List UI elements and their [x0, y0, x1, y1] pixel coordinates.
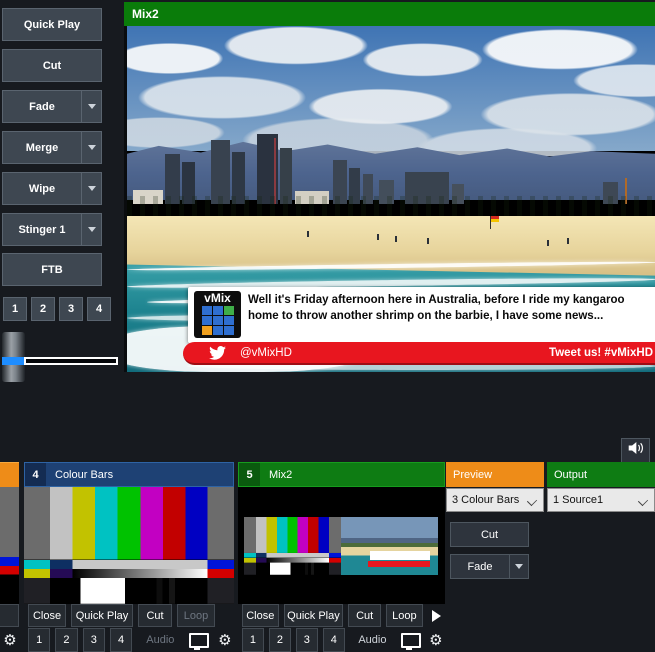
- fade-button[interactable]: Fade: [2, 90, 102, 123]
- input-4-audio-button[interactable]: Audio: [137, 628, 183, 652]
- vmix-logo-grid: [202, 306, 234, 335]
- mixer-fade-button[interactable]: Fade: [450, 554, 529, 579]
- beachgoer: [547, 240, 549, 246]
- wipe-button[interactable]: Wipe: [2, 172, 102, 205]
- input-4-number: 4: [25, 463, 46, 486]
- input-4-overlay-4-button[interactable]: 4: [110, 628, 132, 652]
- input-5-quick-play-button[interactable]: Quick Play: [284, 604, 344, 627]
- input-4-quick-play-button[interactable]: Quick Play: [71, 604, 133, 627]
- input-4-thumbnail[interactable]: [24, 487, 234, 604]
- chevron-down-icon[interactable]: [81, 91, 101, 122]
- input-4-cut-button[interactable]: Cut: [138, 604, 172, 627]
- tbar-position-indicator: [2, 357, 25, 365]
- output-source-select[interactable]: 1 Source1: [547, 488, 655, 512]
- stinger-label: Stinger 1: [3, 224, 81, 236]
- input-5-loop-button[interactable]: Loop: [386, 604, 423, 627]
- input-4-overlay-3-button[interactable]: 3: [83, 628, 105, 652]
- input-5-audio-button[interactable]: Audio: [350, 628, 395, 652]
- vmix-window: Quick Play Cut Fade Merge Wipe Stinger 1…: [0, 0, 655, 652]
- merge-button[interactable]: Merge: [2, 131, 102, 164]
- input-4-close-button[interactable]: Close: [28, 604, 66, 627]
- input-4-loop-button[interactable]: Loop: [177, 604, 215, 627]
- monitor-icon[interactable]: [400, 628, 422, 652]
- beachgoer: [377, 234, 379, 240]
- preview-source-value: 3 Colour Bars: [452, 494, 519, 506]
- speaker-icon: [627, 441, 644, 460]
- ftb-button[interactable]: FTB: [2, 253, 102, 286]
- chevron-down-icon: [527, 496, 537, 506]
- mix2-preview-half: [244, 517, 341, 575]
- input-4-overlay-1-button[interactable]: 1: [28, 628, 50, 652]
- wipe-label: Wipe: [3, 183, 81, 195]
- input-3-thumbnail[interactable]: [0, 487, 19, 604]
- mini-tweet-card: [370, 551, 430, 560]
- transition-tbar-handle[interactable]: [2, 332, 25, 382]
- chevron-down-icon[interactable]: [81, 132, 101, 163]
- master-audio-button[interactable]: [621, 438, 650, 463]
- program-preview-video: vMix Well it's Friday afternoon here in …: [124, 26, 655, 372]
- input-5-overlay-1-button[interactable]: 1: [242, 628, 264, 652]
- mix2-title-bar: Mix2: [124, 2, 655, 26]
- input-5-overlay-2-button[interactable]: 2: [269, 628, 291, 652]
- overlay-4-button[interactable]: 4: [87, 297, 111, 321]
- city-skyline: [127, 122, 655, 204]
- preview-source-select[interactable]: 3 Colour Bars: [446, 488, 544, 512]
- input-5-cut-button[interactable]: Cut: [348, 604, 381, 627]
- quick-play-button[interactable]: Quick Play: [2, 8, 102, 41]
- output-source-value: 1 Source1: [553, 494, 603, 506]
- tweet-handle: @vMixHD: [240, 347, 292, 359]
- input-3-button-partial[interactable]: [0, 604, 19, 627]
- input-5-overlay-3-button[interactable]: 3: [296, 628, 318, 652]
- beach-flag: [491, 216, 499, 222]
- tweet-overlay-card: vMix Well it's Friday afternoon here in …: [188, 287, 655, 343]
- mix2-title: Mix2: [132, 7, 159, 21]
- vmix-logo: vMix: [194, 291, 241, 338]
- input-5-overlay-4-button[interactable]: 4: [323, 628, 345, 652]
- beachgoer: [427, 238, 429, 244]
- chevron-down-icon: [638, 496, 648, 506]
- monitor-icon[interactable]: [188, 628, 210, 652]
- preview-header: Preview: [446, 462, 544, 487]
- mixer-fade-label: Fade: [451, 561, 509, 573]
- input-5-title: Mix2: [260, 469, 292, 481]
- mix2-output-half: [341, 517, 438, 575]
- vmix-logo-text: vMix: [204, 292, 231, 305]
- input-5-number: 5: [239, 463, 260, 486]
- tweet-cta: Tweet us! #vMixHD: [549, 347, 653, 359]
- input-4-title: Colour Bars: [46, 469, 113, 481]
- cut-button[interactable]: Cut: [2, 49, 102, 82]
- twitter-bird-icon: [209, 346, 226, 360]
- gear-icon[interactable]: ⚙: [427, 628, 445, 652]
- mini-tweet-bar: [368, 561, 430, 567]
- beachgoer: [307, 231, 309, 237]
- beachgoer: [395, 236, 397, 242]
- tweet-overlay-footer: @vMixHD Tweet us! #vMixHD: [183, 342, 655, 365]
- beachgoer: [567, 238, 569, 244]
- dune-vegetation: [127, 196, 655, 218]
- output-header: Output: [547, 462, 655, 487]
- tweet-message: Well it's Friday afternoon here in Austr…: [248, 293, 651, 324]
- chevron-down-icon[interactable]: [81, 214, 101, 245]
- gear-icon[interactable]: ⚙: [216, 628, 234, 652]
- stinger-button[interactable]: Stinger 1: [2, 213, 102, 246]
- mixer-cut-button[interactable]: Cut: [450, 522, 529, 547]
- chevron-down-icon[interactable]: [509, 555, 528, 578]
- chevron-down-icon[interactable]: [81, 173, 101, 204]
- transition-tbar-track[interactable]: [24, 357, 118, 365]
- input-4-header[interactable]: 4 Colour Bars: [24, 462, 234, 487]
- input-4-overlay-2-button[interactable]: 2: [55, 628, 77, 652]
- overlay-3-button[interactable]: 3: [59, 297, 83, 321]
- merge-label: Merge: [3, 142, 81, 154]
- gear-icon[interactable]: ⚙: [1, 628, 19, 652]
- input-5-header[interactable]: 5 Mix2: [238, 462, 445, 487]
- fade-label: Fade: [3, 101, 81, 113]
- overlay-1-button[interactable]: 1: [3, 297, 27, 321]
- play-icon[interactable]: [428, 604, 445, 627]
- input-5-thumbnail[interactable]: [238, 487, 445, 604]
- input-3-header[interactable]: [0, 462, 19, 487]
- input-5-close-button[interactable]: Close: [242, 604, 279, 627]
- overlay-2-button[interactable]: 2: [31, 297, 55, 321]
